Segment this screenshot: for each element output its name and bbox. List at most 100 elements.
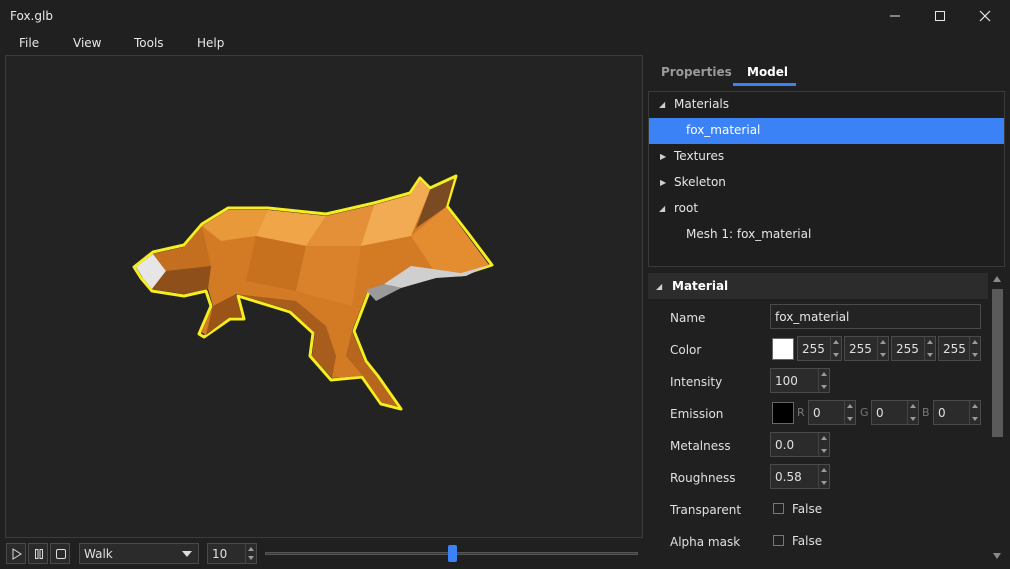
- tree-item-root[interactable]: ◢ root: [649, 196, 1004, 222]
- color-b-stepper[interactable]: 255: [891, 336, 936, 361]
- stepper-arrows[interactable]: [877, 337, 888, 360]
- transparent-checkbox[interactable]: [773, 503, 784, 514]
- scrollbar-thumb[interactable]: [992, 289, 1003, 437]
- speed-stepper[interactable]: 10: [207, 543, 257, 564]
- color-a-stepper[interactable]: 255: [938, 336, 981, 361]
- alpha-mask-value: False: [792, 534, 823, 548]
- color-swatch[interactable]: [772, 338, 794, 360]
- emission-g-stepper[interactable]: 0: [871, 400, 919, 425]
- stepper-arrows[interactable]: [818, 433, 829, 456]
- panel-tabs: Properties Model: [648, 55, 1010, 90]
- speed-value: 10: [212, 547, 228, 561]
- tab-properties[interactable]: Properties: [661, 65, 732, 79]
- maximize-button[interactable]: [917, 0, 963, 32]
- tree-item-textures[interactable]: ▶ Textures: [649, 144, 1004, 170]
- emission-r-value: 0: [813, 406, 821, 420]
- tree-item-materials[interactable]: ◢ Materials: [649, 92, 1004, 118]
- stop-button[interactable]: [50, 543, 70, 564]
- emission-g-label: G: [860, 406, 869, 419]
- emission-label: Emission: [670, 407, 724, 421]
- menu-view[interactable]: View: [73, 36, 101, 50]
- color-label: Color: [670, 343, 702, 357]
- tree-item-label: Mesh 1: fox_material: [686, 227, 812, 241]
- pause-button[interactable]: [28, 543, 48, 564]
- tab-model[interactable]: Model: [747, 65, 788, 79]
- scroll-down-icon[interactable]: [993, 553, 1001, 559]
- playback-bar: Walk 10: [0, 540, 645, 569]
- stepper-arrows[interactable]: [924, 337, 935, 360]
- stepper-arrows[interactable]: [907, 401, 918, 424]
- roughness-label: Roughness: [670, 471, 736, 485]
- scroll-up-icon[interactable]: [993, 276, 1001, 282]
- emission-r-stepper[interactable]: 0: [808, 400, 856, 425]
- tree-item-label: Textures: [674, 149, 725, 163]
- close-button[interactable]: [962, 0, 1008, 32]
- fox-model[interactable]: [6, 56, 642, 537]
- stepper-arrows[interactable]: [818, 465, 829, 488]
- emission-swatch[interactable]: [772, 402, 794, 424]
- stepper-arrows[interactable]: [830, 337, 841, 360]
- section-title: Material: [672, 279, 729, 293]
- transparent-label: Transparent: [670, 503, 742, 517]
- close-icon: [979, 10, 991, 22]
- active-tab-indicator: [733, 83, 796, 86]
- tree-item-label: root: [674, 201, 699, 215]
- stepper-arrows[interactable]: [969, 337, 980, 360]
- intensity-label: Intensity: [670, 375, 723, 389]
- timeline-slider-handle[interactable]: [448, 545, 457, 562]
- title-bar: Fox.glb: [0, 0, 1010, 32]
- roughness-value: 0.58: [775, 470, 802, 484]
- transparent-value: False: [792, 502, 823, 516]
- color-b-value: 255: [896, 342, 919, 356]
- expanded-arrow-icon[interactable]: ◢: [659, 100, 665, 109]
- menu-tools[interactable]: Tools: [134, 36, 164, 50]
- collapsed-arrow-icon[interactable]: ▶: [660, 152, 666, 161]
- chevron-down-icon: [182, 551, 192, 557]
- color-g-stepper[interactable]: 255: [844, 336, 889, 361]
- fox-facet: [246, 236, 306, 291]
- material-name-value: fox_material: [775, 310, 850, 324]
- metalness-stepper[interactable]: 0.0: [770, 432, 830, 457]
- roughness-stepper[interactable]: 0.58: [770, 464, 830, 489]
- speed-stepper-arrows[interactable]: [245, 544, 256, 563]
- tree-item-label: Skeleton: [674, 175, 726, 189]
- stepper-arrows[interactable]: [969, 401, 980, 424]
- tree-item-fox-material[interactable]: fox_material: [649, 118, 1004, 144]
- animation-select-value: Walk: [84, 547, 113, 561]
- 3d-viewport[interactable]: [5, 55, 643, 538]
- color-a-value: 255: [943, 342, 966, 356]
- color-r-value: 255: [802, 342, 825, 356]
- menu-help[interactable]: Help: [197, 36, 224, 50]
- emission-b-stepper[interactable]: 0: [933, 400, 981, 425]
- expanded-arrow-icon[interactable]: ◢: [659, 204, 665, 213]
- pause-icon: [35, 549, 43, 559]
- tree-item-label: fox_material: [686, 123, 761, 137]
- emission-b-label: B: [922, 406, 930, 419]
- intensity-stepper[interactable]: 100: [770, 368, 830, 393]
- animation-select[interactable]: Walk: [79, 543, 199, 564]
- model-tree: ◢ Materials fox_material ▶ Textures ▶ Sk…: [648, 91, 1005, 267]
- window-title: Fox.glb: [10, 9, 53, 23]
- material-properties: ◢ Material Name fox_material Color 255 2…: [648, 271, 990, 569]
- alpha-mask-checkbox[interactable]: [773, 535, 784, 546]
- tree-item-label: Materials: [674, 97, 730, 111]
- menu-file[interactable]: File: [19, 36, 39, 50]
- play-icon: [12, 548, 22, 560]
- material-name-field[interactable]: fox_material: [770, 304, 981, 329]
- emission-g-value: 0: [876, 406, 884, 420]
- properties-scrollbar[interactable]: [990, 271, 1005, 569]
- material-section-header[interactable]: ◢ Material: [648, 273, 988, 299]
- play-button[interactable]: [6, 543, 26, 564]
- name-label: Name: [670, 311, 706, 325]
- minimize-button[interactable]: [872, 0, 918, 32]
- tree-item-mesh[interactable]: Mesh 1: fox_material: [649, 222, 1004, 248]
- stepper-arrows[interactable]: [844, 401, 855, 424]
- intensity-value: 100: [775, 374, 798, 388]
- color-r-stepper[interactable]: 255: [797, 336, 842, 361]
- tree-item-skeleton[interactable]: ▶ Skeleton: [649, 170, 1004, 196]
- emission-r-label: R: [797, 406, 805, 419]
- expanded-arrow-icon[interactable]: ◢: [656, 282, 662, 291]
- color-g-value: 255: [849, 342, 872, 356]
- collapsed-arrow-icon[interactable]: ▶: [660, 178, 666, 187]
- stepper-arrows[interactable]: [818, 369, 829, 392]
